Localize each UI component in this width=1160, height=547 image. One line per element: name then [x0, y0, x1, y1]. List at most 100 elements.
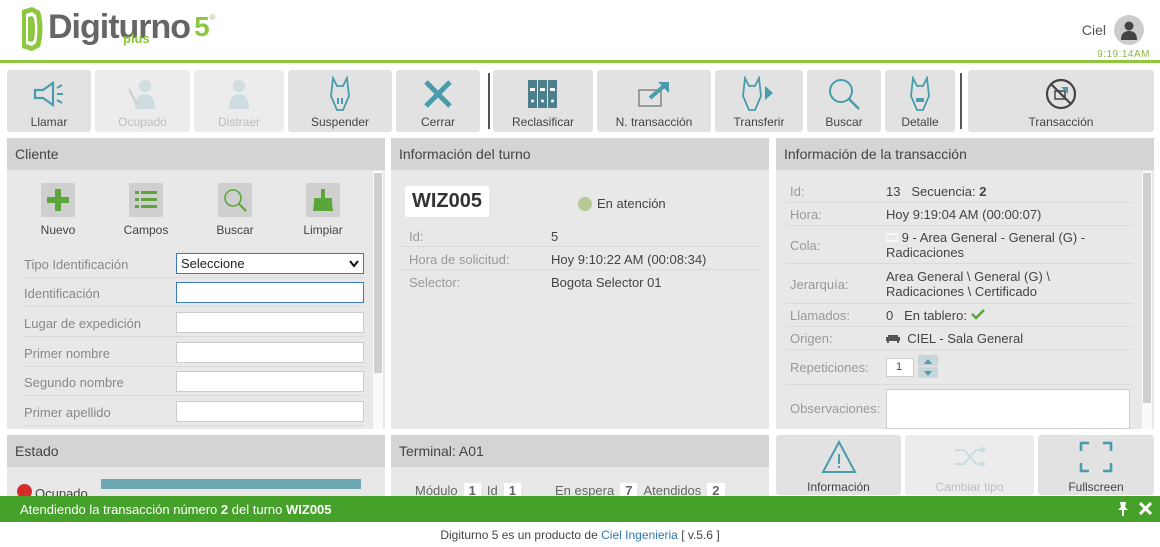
observaciones-textarea[interactable]	[886, 389, 1130, 429]
buscar-cliente-button[interactable]: Buscar	[195, 183, 275, 237]
detalle-button[interactable]: Detalle	[885, 70, 955, 132]
detalle-label: Detalle	[901, 115, 939, 129]
terminal-id-label: Id	[486, 483, 498, 496]
cola-label: Cola:	[790, 238, 821, 253]
n-transaccion-label: N. transacción	[615, 115, 693, 129]
toolbar: Llamar Ocupado Distraer Suspender Cerrar…	[7, 70, 1155, 132]
buscar-cliente-label: Buscar	[216, 223, 254, 237]
observaciones-label: Observaciones:	[790, 401, 881, 416]
suspender-button[interactable]: Suspender	[288, 70, 392, 132]
limpiar-button[interactable]: Limpiar	[283, 183, 363, 237]
transaccion-button[interactable]: Transacción	[968, 70, 1154, 132]
cola-text: 9 - Area General - General (G) - Radicac…	[886, 230, 1086, 260]
transaccion-scroll-thumb[interactable]	[1143, 173, 1151, 403]
logo-plus: plus	[123, 31, 150, 46]
fullscreen-button[interactable]: Fullscreen	[1038, 435, 1154, 495]
origen-label: Origen:	[790, 331, 833, 346]
broom-icon	[306, 183, 340, 217]
n-transaccion-button[interactable]: N. transacción	[597, 70, 711, 132]
cerrar-button[interactable]: Cerrar	[396, 70, 480, 132]
statusbar-ticket: WIZ005	[286, 502, 332, 517]
lugar-expedicion-input[interactable]	[176, 312, 364, 333]
reclasificar-button[interactable]: Reclasificar	[493, 70, 593, 132]
terminal-id-value: 1	[503, 483, 521, 496]
cambiar-tipo-label: Cambiar tipo	[935, 480, 1004, 494]
llamar-label: Llamar	[30, 115, 68, 129]
info-triangle-icon	[820, 439, 857, 473]
terminal-title: Terminal: A01	[391, 435, 769, 467]
plus-icon	[41, 183, 75, 217]
status-dot	[578, 196, 592, 211]
statusbar-mid: del turno	[231, 502, 283, 517]
digiturno-logo: Digiturno 5 ®	[18, 7, 216, 57]
logo-text: Digiturno	[48, 8, 191, 46]
tipo-identificacion-select[interactable]: Seleccione	[176, 253, 364, 274]
toolbar-divider	[488, 73, 490, 129]
estado-value: Ocupado	[35, 486, 88, 496]
transaccion-label: Transacción	[1028, 115, 1094, 129]
secuencia-value: 2	[979, 184, 987, 199]
binders-icon	[525, 76, 561, 112]
footer-link[interactable]: Ciel Ingenieria	[601, 528, 678, 542]
shuffle-icon	[954, 446, 986, 468]
primer-nombre-input[interactable]	[176, 342, 364, 363]
estado-title: Estado	[7, 435, 385, 467]
distraer-label: Distraer	[217, 115, 260, 129]
distraer-button[interactable]: Distraer	[194, 70, 284, 132]
cliente-scroll-thumb[interactable]	[374, 173, 382, 373]
atendidos-label: Atendidos	[643, 483, 702, 496]
nuevo-button[interactable]: Nuevo	[18, 183, 98, 237]
buscar-button[interactable]: Buscar	[807, 70, 881, 132]
turno-id-row: Id: 5	[401, 224, 761, 247]
ocupado-button[interactable]: Ocupado	[95, 70, 190, 132]
turno-id-value: 5	[551, 229, 559, 244]
segundo-nombre-label: Segundo nombre	[24, 375, 124, 390]
trans-id: 13	[886, 184, 901, 199]
cliente-scrollbar[interactable]	[373, 171, 383, 429]
app-header: Digiturno 5 ® plus Ciel 9:19:14AM	[0, 0, 1160, 63]
user-name[interactable]: Ciel	[1082, 22, 1106, 38]
close-icon[interactable]	[1139, 502, 1152, 515]
chevron-down-icon	[924, 371, 932, 376]
segundo-nombre-input[interactable]	[176, 371, 364, 392]
cambiar-tipo-button[interactable]: Cambiar tipo	[905, 435, 1034, 495]
pin-icon[interactable]	[1116, 501, 1130, 517]
status-bar: Atendiendo la transacción número 2 del t…	[0, 496, 1160, 522]
turno-title: Información del turno	[391, 138, 769, 170]
hora-solicitud-row: Hora de solicitud: Hoy 9:10:22 AM (00:08…	[401, 247, 761, 270]
statusbar-prefix: Atendiendo la transacción número	[20, 502, 218, 517]
selector-row: Selector: Bogota Selector 01	[401, 270, 761, 293]
footer-text: Digiturno 5 es un producto de	[440, 528, 598, 542]
segundo-nombre-row: Segundo nombre	[24, 368, 364, 396]
origen-row: Origen: CIEL - Sala General	[786, 327, 1133, 350]
trans-id-label: Id:	[790, 184, 805, 199]
jerarquia-row: Jerarquía: Area General \ General (G) \ …	[786, 264, 1133, 304]
llamar-button[interactable]: Llamar	[7, 70, 91, 132]
sofa-icon	[886, 335, 900, 343]
ocupado-label: Ocupado	[118, 115, 167, 129]
identificacion-input[interactable]	[176, 282, 364, 303]
estado-bar	[101, 479, 361, 489]
selector-label: Selector:	[409, 275, 461, 290]
transaccion-scrollbar[interactable]	[1142, 171, 1152, 429]
stepper-up-button[interactable]	[918, 355, 938, 366]
repeticiones-input[interactable]: 1	[886, 358, 914, 377]
primer-apellido-input[interactable]	[176, 401, 364, 422]
primer-apellido-row: Primer apellido	[24, 398, 364, 426]
footer-version: [ v.5.6 ]	[681, 528, 720, 542]
tipo-identificacion-value: Seleccione	[181, 256, 245, 271]
stepper-down-button[interactable]	[918, 367, 938, 378]
transaccion-title: Información de la transacción	[776, 138, 1154, 170]
user-menu[interactable]: Ciel	[1082, 15, 1144, 45]
campos-button[interactable]: Campos	[106, 183, 186, 237]
informacion-button[interactable]: Información	[776, 435, 901, 495]
transferir-button[interactable]: Transferir	[715, 70, 803, 132]
en-tablero-label: En tablero:	[904, 308, 967, 323]
tipo-identificacion-row: Tipo Identificación Seleccione	[24, 250, 364, 278]
secuencia-label: Secuencia:	[911, 184, 976, 199]
user-icon	[221, 76, 257, 112]
cerrar-label: Cerrar	[420, 115, 455, 129]
cliente-panel: Cliente Nuevo Campos Buscar Limpiar Tipo…	[7, 138, 385, 429]
avatar[interactable]	[1114, 15, 1144, 45]
busy-user-icon	[125, 76, 161, 112]
